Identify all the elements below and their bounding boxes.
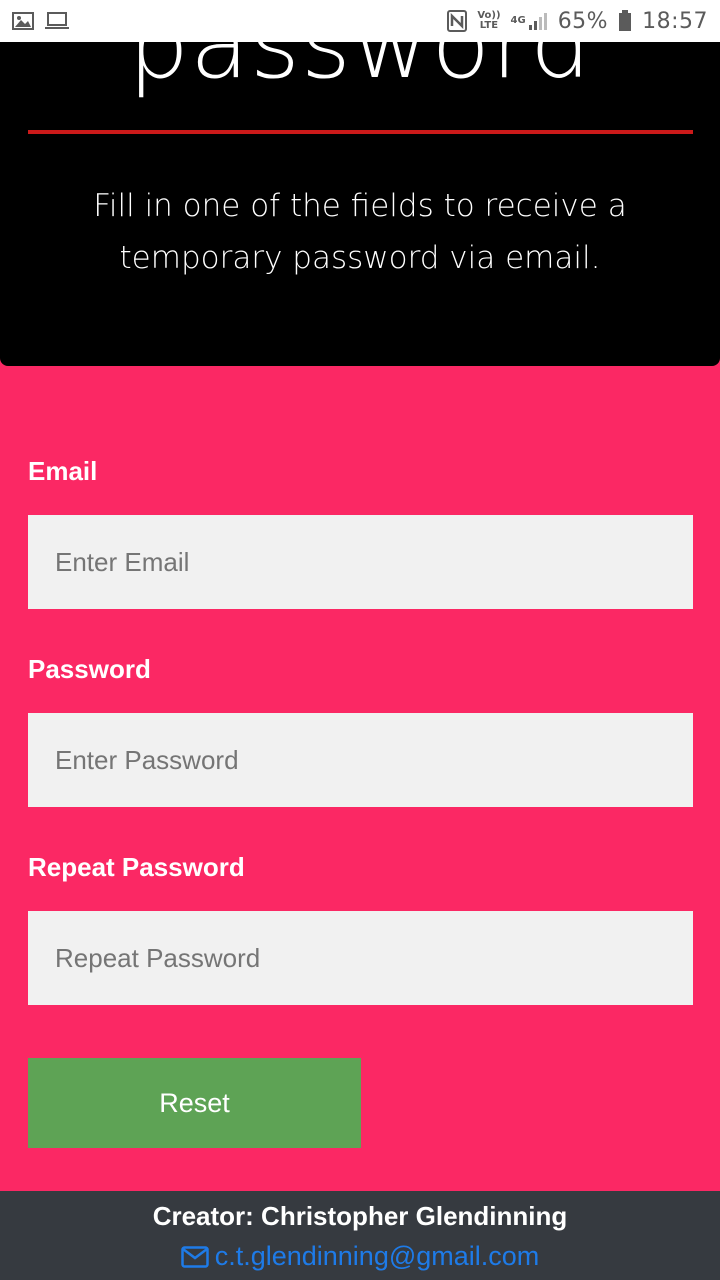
- battery-icon: [618, 10, 632, 32]
- repeat-password-label: Repeat Password: [28, 852, 245, 882]
- footer: Creator: Christopher Glendinning c.t.gle…: [0, 1191, 720, 1280]
- header-card: password Fill in one of the fields to re…: [0, 42, 720, 366]
- email-contact: c.t.glendinning@gmail.com: [0, 1241, 720, 1272]
- envelope-icon: [180, 1245, 209, 1268]
- status-right: Vo)) LTE 4G 65% 18:57: [447, 9, 708, 34]
- status-bar: Vo)) LTE 4G 65% 18:57: [0, 0, 720, 42]
- status-left: [12, 12, 70, 30]
- volte-bottom-label: LTE: [479, 20, 499, 31]
- page-subtitle: Fill in one of the fields to receive a t…: [93, 188, 627, 276]
- email-label: Email: [28, 456, 98, 486]
- image-icon: [12, 12, 34, 30]
- nfc-icon: [447, 10, 468, 32]
- email-input[interactable]: [28, 515, 693, 609]
- volte-icon: Vo)) LTE: [477, 11, 500, 31]
- page-title: password: [128, 42, 592, 100]
- repeat-password-input[interactable]: [28, 911, 693, 1005]
- title-underline: [28, 130, 693, 134]
- reset-button[interactable]: Reset: [28, 1058, 361, 1148]
- email-link[interactable]: c.t.glendinning@gmail.com: [215, 1241, 540, 1272]
- network-label: 4G: [510, 15, 526, 26]
- laptop-icon: [44, 12, 70, 30]
- creator-credit: Creator: Christopher Glendinning: [152, 1201, 568, 1231]
- signal-icon: 4G: [511, 11, 548, 31]
- password-input[interactable]: [28, 713, 693, 807]
- reset-form: Email Password Repeat Password Reset: [0, 366, 720, 1191]
- clock: 18:57: [642, 8, 708, 34]
- password-label: Password: [28, 654, 151, 684]
- battery-percent: 65%: [557, 8, 609, 34]
